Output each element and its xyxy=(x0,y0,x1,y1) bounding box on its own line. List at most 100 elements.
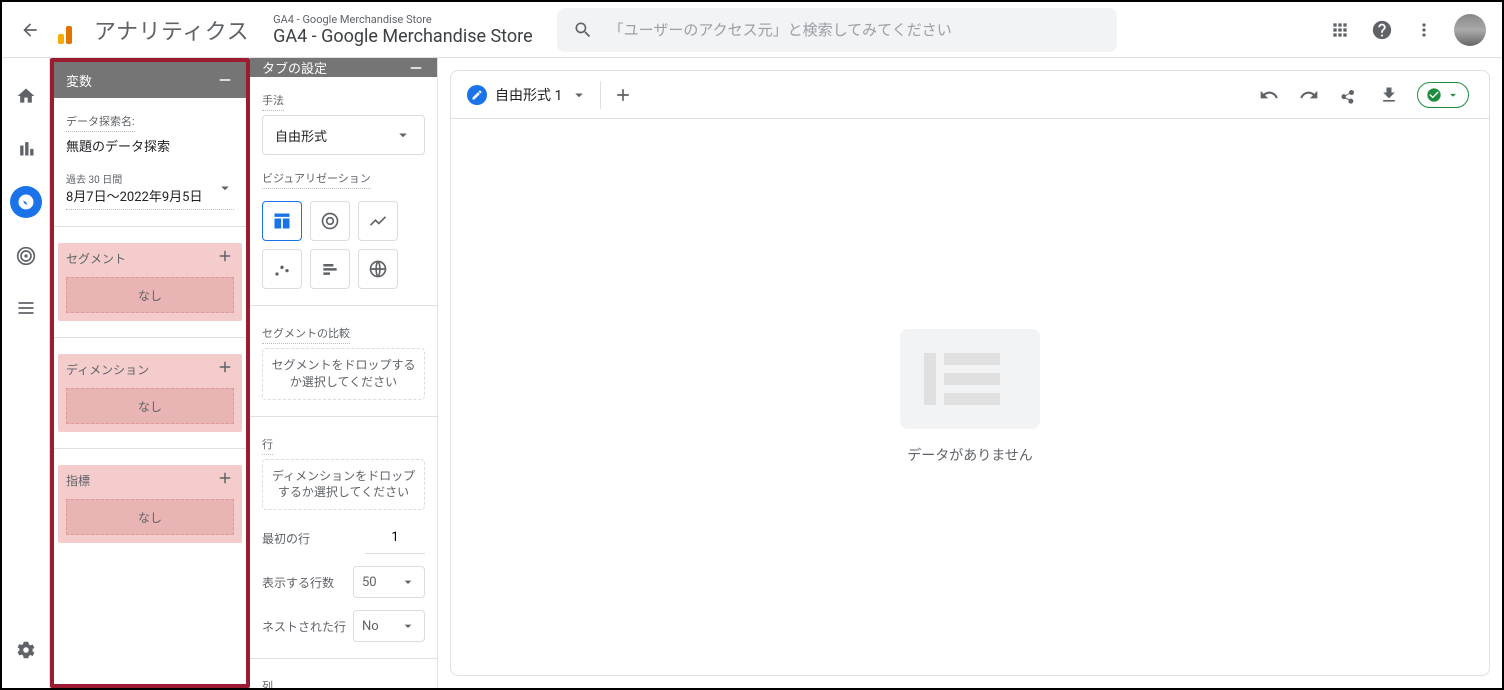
nav-rail xyxy=(2,58,50,688)
metrics-title: 指標 xyxy=(66,472,90,489)
technique-label: 手法 xyxy=(262,92,284,111)
chevron-down-icon xyxy=(400,574,416,590)
segments-section: セグメント なし xyxy=(58,243,242,321)
canvas-empty-state: データがありません xyxy=(451,119,1489,675)
nav-configure[interactable] xyxy=(12,294,40,322)
start-row-label: 最初の行 xyxy=(262,530,310,547)
date-range-picker[interactable]: 過去 30 日間 8月7日～2022年9月5日 xyxy=(66,167,234,210)
canvas-tab[interactable]: 自由形式 1 xyxy=(459,77,596,113)
more-button[interactable] xyxy=(1412,18,1436,42)
chevron-down-icon[interactable] xyxy=(570,86,588,104)
bar-chart-icon xyxy=(16,138,36,158)
nav-advertising[interactable] xyxy=(12,242,40,270)
nested-rows-select[interactable]: No xyxy=(353,610,425,642)
share-icon xyxy=(1339,85,1359,105)
undo-button[interactable] xyxy=(1257,83,1281,107)
download-button[interactable] xyxy=(1377,83,1401,107)
exploration-name-label: データ探索名: xyxy=(66,113,135,132)
plus-icon xyxy=(613,85,633,105)
collapse-icon[interactable] xyxy=(407,59,425,77)
help-button[interactable] xyxy=(1370,18,1394,42)
property-title-block[interactable]: GA4 - Google Merchandise Store GA4 - Goo… xyxy=(273,13,533,47)
rows-drop-target[interactable]: ディメンションをドロップするか選択してください xyxy=(262,459,425,511)
apps-icon xyxy=(1330,20,1350,40)
apps-button[interactable] xyxy=(1328,18,1352,42)
plus-icon xyxy=(216,247,234,265)
chevron-down-icon xyxy=(400,618,416,634)
exploration-name: 無題のデータ探索 xyxy=(66,136,234,155)
add-tab-button[interactable] xyxy=(605,77,641,113)
viz-scatter-button[interactable] xyxy=(262,249,302,289)
segment-comparison-label: セグメントの比較 xyxy=(262,325,350,344)
help-icon xyxy=(1371,19,1393,41)
home-icon xyxy=(16,86,36,106)
columns-label: 列 xyxy=(262,678,273,688)
nav-admin[interactable] xyxy=(12,636,40,664)
segment-drop-target[interactable]: セグメントをドロップするか選択してください xyxy=(262,348,425,400)
visualization-label: ビジュアリゼーション xyxy=(262,170,371,189)
empty-message: データがありません xyxy=(907,445,1033,465)
metrics-section: 指標 なし xyxy=(58,465,242,543)
canvas-toolbar: 自由形式 1 xyxy=(451,71,1489,119)
share-button[interactable] xyxy=(1337,83,1361,107)
chevron-down-icon xyxy=(394,126,412,144)
add-dimension-button[interactable] xyxy=(216,358,234,380)
add-segment-button[interactable] xyxy=(216,247,234,269)
target-icon xyxy=(16,246,36,266)
back-arrow[interactable] xyxy=(18,18,42,42)
edit-tab-button[interactable] xyxy=(467,85,487,105)
arrow-left-icon xyxy=(20,20,40,40)
header-icons xyxy=(1328,14,1486,46)
date-range-value: 8月7日～2022年9月5日 xyxy=(66,186,202,205)
viz-line-button[interactable] xyxy=(358,201,398,241)
collapse-icon[interactable] xyxy=(216,71,234,89)
check-circle-icon xyxy=(1426,87,1442,103)
nav-reports[interactable] xyxy=(12,134,40,162)
download-icon xyxy=(1379,85,1399,105)
nested-rows-value: No xyxy=(362,619,379,634)
avatar[interactable] xyxy=(1454,14,1486,46)
brand-name: アナリティクス xyxy=(94,14,249,46)
search-input[interactable]: 「ユーザーのアクセス元」と検索してみてください xyxy=(557,8,1117,52)
dimensions-section: ディメンション なし xyxy=(58,354,242,432)
add-metric-button[interactable] xyxy=(216,469,234,491)
show-rows-label: 表示する行数 xyxy=(262,574,334,591)
tab-settings-title: タブの設定 xyxy=(262,58,327,77)
nav-explore[interactable] xyxy=(10,186,42,218)
plus-icon xyxy=(216,358,234,376)
show-rows-value: 50 xyxy=(362,575,377,590)
explore-icon xyxy=(17,193,35,211)
scatter-icon xyxy=(272,259,292,279)
line-chart-icon xyxy=(368,211,388,231)
start-row-input[interactable] xyxy=(365,522,425,554)
dimensions-empty[interactable]: なし xyxy=(66,388,234,424)
viz-donut-button[interactable] xyxy=(310,201,350,241)
app-header: アナリティクス GA4 - Google Merchandise Store G… xyxy=(2,2,1502,58)
tab-settings-header[interactable]: タブの設定 xyxy=(250,58,437,77)
analytics-logo-icon xyxy=(58,16,86,44)
list-icon xyxy=(16,298,36,318)
visualization-options xyxy=(262,201,425,289)
redo-button[interactable] xyxy=(1297,83,1321,107)
viz-bar-button[interactable] xyxy=(310,249,350,289)
canvas-wrap: 自由形式 1 データがあ xyxy=(438,58,1502,688)
search-icon xyxy=(573,20,593,40)
nav-home[interactable] xyxy=(12,82,40,110)
show-rows-select[interactable]: 50 xyxy=(353,566,425,598)
globe-icon xyxy=(368,259,388,279)
table-icon xyxy=(272,211,292,231)
technique-value: 自由形式 xyxy=(275,126,327,145)
tab-settings-panel: タブの設定 手法 自由形式 ビジュアリゼーション xyxy=(250,58,438,688)
viz-geo-button[interactable] xyxy=(358,249,398,289)
segments-empty[interactable]: なし xyxy=(66,277,234,313)
canvas-tab-name: 自由形式 1 xyxy=(495,85,562,105)
viz-table-button[interactable] xyxy=(262,201,302,241)
technique-select[interactable]: 自由形式 xyxy=(262,115,425,155)
segments-title: セグメント xyxy=(66,250,126,267)
more-vert-icon xyxy=(1414,20,1434,40)
exploration-name-field[interactable]: データ探索名: 無題のデータ探索 xyxy=(66,110,234,155)
metrics-empty[interactable]: なし xyxy=(66,499,234,535)
sampling-status[interactable] xyxy=(1417,82,1469,108)
variables-panel-header[interactable]: 変数 xyxy=(54,62,246,98)
nested-rows-label: ネストされた行 xyxy=(262,618,346,635)
